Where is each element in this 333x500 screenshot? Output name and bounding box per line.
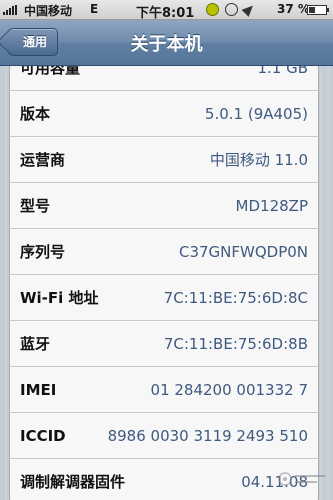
battery-percentage: 37 %	[277, 2, 310, 16]
row-value: MD128ZP	[235, 197, 308, 215]
row-value: C37GNFWQDP0N	[178, 243, 308, 261]
row-value: 7C:11:BE:75:6D:8B	[163, 335, 308, 353]
settings-content[interactable]: 可用容量 1.1 GB 版本 5.0.1 (9A405) 运营商 中国移动 11…	[0, 66, 333, 500]
page-title: 关于本机	[130, 34, 203, 55]
app-notification-icon	[206, 3, 219, 16]
status-icons	[206, 2, 257, 17]
row-model: 型号 MD128ZP	[10, 183, 318, 229]
watermark-logo-icon	[278, 472, 325, 486]
row-serial-number: 序列号 C37GNFWQDP0N	[10, 229, 318, 275]
row-label: 调制解调器固件	[20, 473, 126, 491]
network-type: E	[90, 2, 99, 16]
signal-strength-icon	[3, 5, 17, 15]
row-value: 7C:11:BE:75:6D:8C	[163, 289, 308, 307]
battery-fill	[309, 7, 315, 13]
row-label: 型号	[20, 197, 51, 215]
row-label: ICCID	[20, 427, 66, 445]
row-imei: IMEI 01 284200 001332 7	[10, 367, 318, 413]
row-value: 1.1 GB	[257, 66, 308, 77]
about-info-group: 可用容量 1.1 GB 版本 5.0.1 (9A405) 运营商 中国移动 11…	[9, 66, 319, 500]
row-label: Wi-Fi 地址	[20, 289, 99, 307]
row-label: 运营商	[20, 151, 66, 169]
row-value: 8986 0030 3119 2493 510	[107, 427, 308, 445]
row-value: 5.0.1 (9A405)	[204, 105, 308, 123]
row-available-capacity: 可用容量 1.1 GB	[10, 66, 318, 91]
row-wifi-address: Wi-Fi 地址 7C:11:BE:75:6D:8C	[10, 275, 318, 321]
row-modem-firmware: 调制解调器固件 04.11.08	[10, 459, 318, 500]
row-label: 可用容量	[20, 66, 81, 77]
row-carrier: 运营商 中国移动 11.0	[10, 137, 318, 183]
rotation-lock-icon	[225, 3, 238, 16]
row-bluetooth: 蓝牙 7C:11:BE:75:6D:8B	[10, 321, 318, 367]
status-bar: 中国移动 E 下午8:01 37 %	[0, 0, 333, 21]
row-value: 中国移动 11.0	[209, 151, 308, 169]
row-label: 蓝牙	[20, 335, 51, 353]
carrier-name: 中国移动	[24, 4, 73, 18]
location-arrow-icon	[241, 2, 257, 17]
battery-icon	[307, 5, 329, 15]
navigation-bar: 通用 关于本机	[0, 20, 333, 66]
row-label: IMEI	[20, 381, 57, 399]
row-label: 序列号	[20, 243, 66, 261]
row-iccid: ICCID 8986 0030 3119 2493 510	[10, 413, 318, 459]
status-time: 下午8:01	[136, 6, 195, 21]
row-value: 01 284200 001332 7	[150, 381, 308, 399]
row-version: 版本 5.0.1 (9A405)	[10, 91, 318, 137]
row-label: 版本	[20, 105, 51, 123]
